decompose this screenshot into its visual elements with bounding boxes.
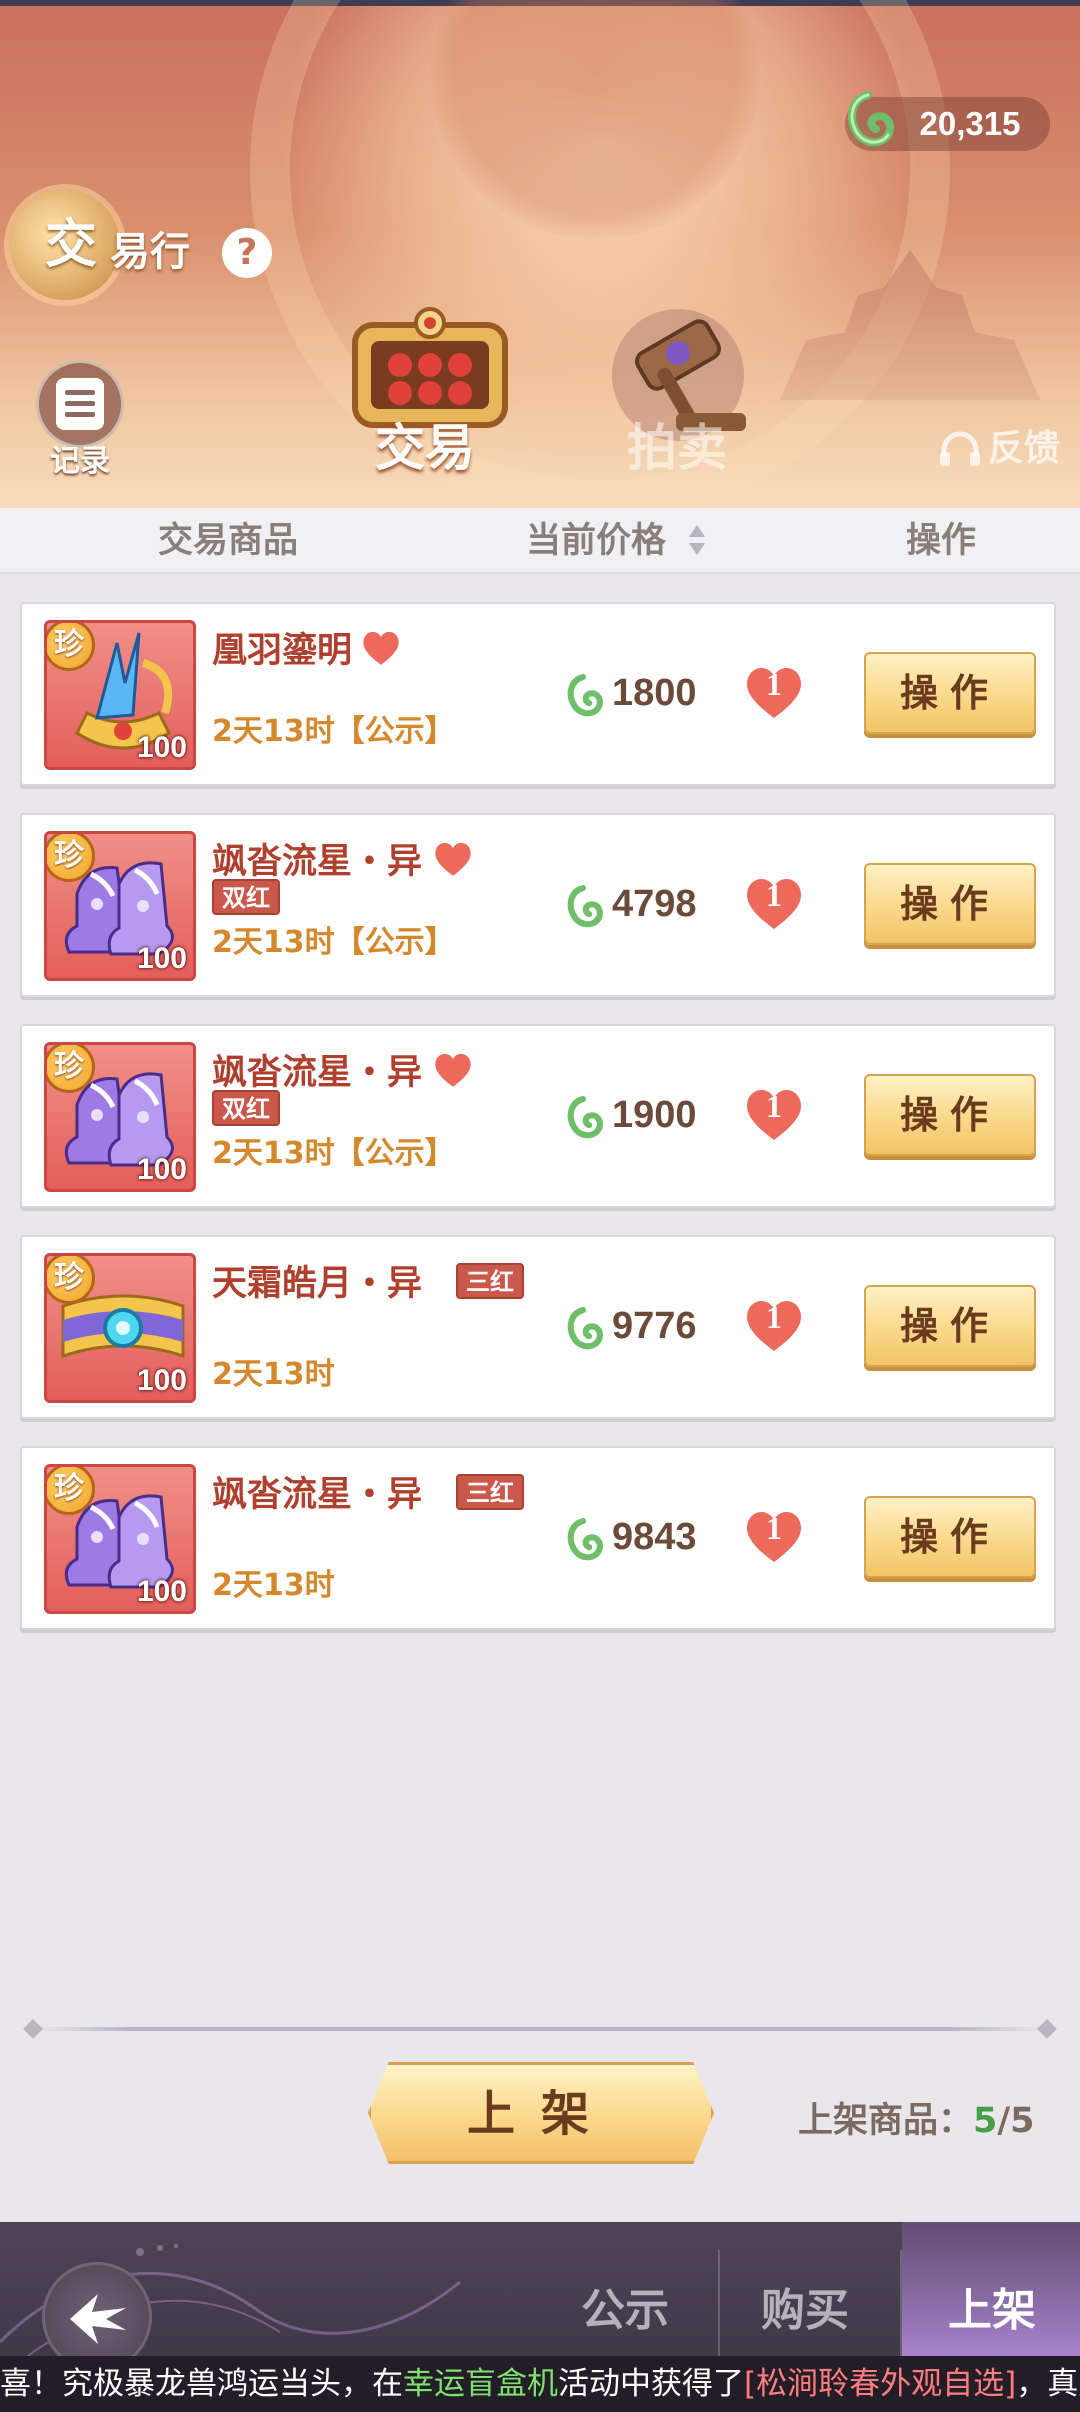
item-time: 2天13时	[212, 1568, 335, 1603]
nav-separator	[900, 2250, 902, 2364]
ticker-prize: [松涧聆春外观自选]	[744, 2366, 1017, 2402]
mode-tab-auction[interactable]: 拍卖	[592, 408, 762, 480]
jade-currency-icon	[567, 1096, 603, 1139]
divider	[30, 2027, 1050, 2031]
item-level: 100	[136, 731, 187, 764]
item-row[interactable]: 珍 100 天霜皓月・异 三红 2天13时 9776 1 操作	[20, 1235, 1056, 1419]
listing-count-text: 上架商品：	[798, 2101, 974, 2141]
listing-count-current: 5	[973, 2101, 998, 2141]
record-label[interactable]: 记录	[30, 436, 130, 480]
item-level: 100	[136, 1153, 187, 1186]
announcement-ticker: 喜！究极暴龙兽鸿运当头，在幸运盲盒机活动中获得了[松涧聆春外观自选]，真是福星	[0, 2356, 1080, 2412]
ticker-text-2: 活动中获得了	[558, 2366, 744, 2402]
nav-tab-list[interactable]: 上架	[912, 2236, 1072, 2364]
like-count: 1	[766, 1299, 782, 1335]
heart-icon	[435, 842, 471, 876]
item-row[interactable]: 珍 100 飒沓流星・异 双红 2天13时【公示】 4798 1 操作	[20, 813, 1056, 997]
item-thumbnail[interactable]: 珍 100	[44, 831, 196, 981]
column-header-price[interactable]: 当前价格	[526, 508, 666, 574]
jade-currency-icon	[848, 91, 894, 147]
item-name: 凰羽鎏明	[212, 631, 353, 671]
headset-icon[interactable]	[938, 430, 982, 470]
item-price: 1800	[612, 672, 697, 714]
item-time: 2天13时【公示】	[212, 714, 455, 749]
page-title: 易行	[110, 229, 190, 275]
currency-value: 20,315	[919, 105, 1021, 142]
jade-currency-icon	[567, 1307, 603, 1350]
divider-end-right	[1037, 2019, 1057, 2039]
page-title-first-char: 交	[44, 215, 97, 275]
item-time: 2天13时	[212, 1357, 335, 1392]
item-name: 飒沓流星・异	[212, 842, 423, 882]
like-count: 1	[766, 1510, 782, 1546]
jade-currency-icon	[567, 885, 603, 928]
like-count: 1	[766, 666, 782, 702]
item-thumbnail[interactable]: 珍 100	[44, 1042, 196, 1192]
item-price: 9843	[612, 1516, 697, 1558]
listing-count-total: /5	[997, 2101, 1035, 2141]
tag-badge: 三红	[456, 1474, 524, 1510]
back-arrow-icon[interactable]	[62, 2288, 134, 2350]
rare-badge: 珍	[47, 1467, 95, 1515]
item-price: 1900	[612, 1094, 697, 1136]
item-price: 9776	[612, 1305, 697, 1347]
item-price: 4798	[612, 883, 697, 925]
item-level: 100	[136, 1364, 187, 1397]
item-thumbnail[interactable]: 珍 100	[44, 1253, 196, 1403]
heart-icon	[363, 631, 399, 665]
nav-tab-buy[interactable]: 购买	[730, 2236, 880, 2364]
mode-tab-trade[interactable]: 交易	[340, 408, 510, 480]
operate-button[interactable]: 操作	[864, 652, 1036, 734]
ticker-text-3: ，真是福星	[1016, 2366, 1080, 2402]
nav-separator	[718, 2250, 720, 2364]
operate-button[interactable]: 操作	[864, 1074, 1036, 1156]
ticker-event: 幸运盲盒机	[403, 2366, 558, 2402]
operate-button[interactable]: 操作	[864, 1285, 1036, 1367]
divider-end-left	[23, 2019, 43, 2039]
rare-badge: 珍	[47, 1045, 95, 1093]
rare-badge: 珍	[47, 623, 95, 671]
item-row[interactable]: 珍 100 凰羽鎏明 2天13时【公示】 1800 1 操作	[20, 602, 1056, 786]
record-icon[interactable]	[56, 378, 104, 430]
table-header: 交易商品 当前价格 操作	[0, 508, 1080, 574]
item-time: 2天13时【公示】	[212, 1136, 455, 1171]
sort-icon[interactable]	[688, 523, 706, 557]
item-thumbnail[interactable]: 珍 100	[44, 1464, 196, 1614]
tag-badge: 三红	[456, 1263, 524, 1299]
listing-count-label: 上架商品：5/5	[798, 2092, 1035, 2143]
nav-tab-public[interactable]: 公示	[550, 2236, 700, 2364]
item-level: 100	[136, 1575, 187, 1608]
column-header-item: 交易商品	[158, 521, 299, 561]
rare-badge: 珍	[47, 1256, 95, 1304]
like-count: 1	[766, 1088, 782, 1124]
list-item-button[interactable]: 上架	[368, 2062, 714, 2164]
tag-badge: 双红	[212, 1090, 280, 1126]
heart-icon	[435, 1053, 471, 1087]
item-thumbnail[interactable]: 珍 100	[44, 620, 196, 770]
item-row[interactable]: 珍 100 飒沓流星・异 双红 2天13时【公示】 1900 1 操作	[20, 1024, 1056, 1208]
rare-badge: 珍	[47, 834, 95, 882]
column-header-action: 操作	[906, 521, 977, 561]
item-row[interactable]: 珍 100 飒沓流星・异 三红 2天13时 9843 1 操作	[20, 1446, 1056, 1630]
item-time: 2天13时【公示】	[212, 925, 455, 960]
jade-currency-icon	[567, 1518, 603, 1561]
operate-button[interactable]: 操作	[864, 863, 1036, 945]
feedback-button[interactable]: 反馈	[988, 424, 1060, 474]
item-level: 100	[136, 942, 187, 975]
item-name: 天霜皓月・异	[212, 1264, 423, 1304]
help-icon[interactable]: ?	[222, 228, 272, 278]
operate-button[interactable]: 操作	[864, 1496, 1036, 1578]
tag-badge: 双红	[212, 879, 280, 915]
like-count: 1	[766, 877, 782, 913]
item-name: 飒沓流星・异	[212, 1053, 423, 1093]
item-name: 飒沓流星・异	[212, 1475, 423, 1515]
ticker-text-1: 喜！究极暴龙兽鸿运当头，在	[0, 2366, 403, 2402]
jade-currency-icon	[567, 674, 603, 717]
